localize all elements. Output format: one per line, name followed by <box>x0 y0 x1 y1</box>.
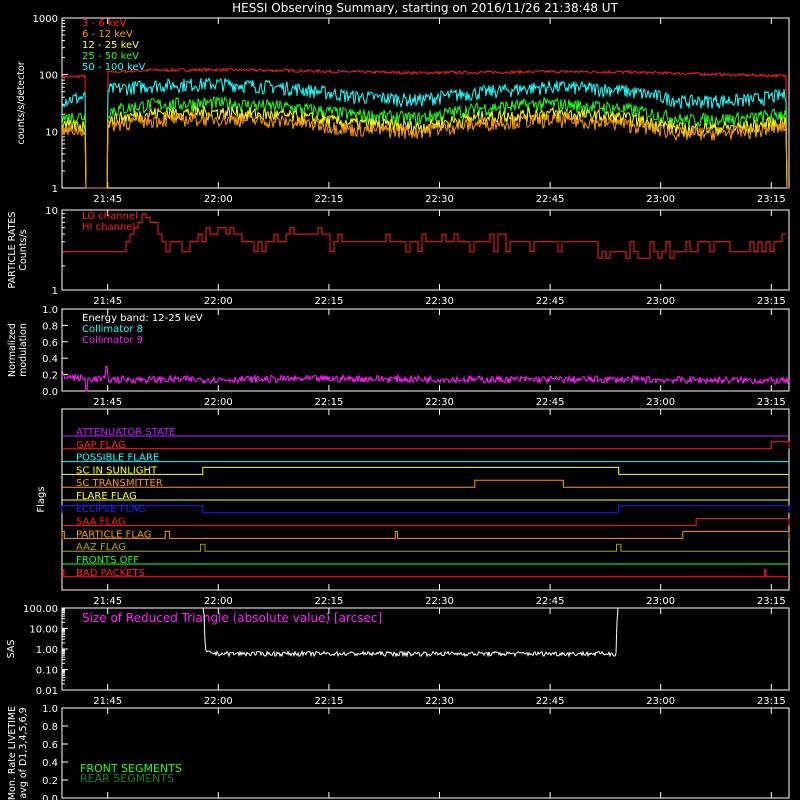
counts-legend-entry: 6 - 12 keV <box>82 29 133 40</box>
sas-xtick-label: 23:00 <box>646 696 675 707</box>
modulation-series-line <box>61 365 790 392</box>
flags-ylabel: Flags <box>36 486 47 512</box>
counts-xtick-label: 23:15 <box>757 194 786 205</box>
sas-xtick-label: 22:00 <box>204 696 233 707</box>
flag-row-trace <box>61 505 790 514</box>
flag-row-trace <box>62 441 790 450</box>
particle-xtick-label: 21:45 <box>93 296 122 307</box>
sas-ylabel: SAS <box>6 640 17 659</box>
counts-ytick-label: 10 <box>45 127 58 138</box>
counts-ylabel: counts/s/detector <box>16 61 27 144</box>
particle-xtick-label: 22:15 <box>314 296 343 307</box>
counts-legend-entry: 3 - 6 keV <box>82 18 126 29</box>
modulation-ylabel: modulation <box>18 323 29 377</box>
counts-ytick-label: 1000 <box>33 14 58 25</box>
modulation-xtick-label: 22:00 <box>204 397 233 408</box>
modulation-ytick-label: 0.6 <box>42 338 58 349</box>
sas-xtick-label: 22:15 <box>314 696 343 707</box>
counts-xtick-label: 22:30 <box>425 194 454 205</box>
sas-xtick-label: 22:45 <box>536 696 565 707</box>
modulation-ytick-label: 0.0 <box>42 387 58 398</box>
modulation-ytick-label: 0.2 <box>42 371 58 382</box>
modulation-xtick-label: 23:15 <box>757 397 786 408</box>
livetime-ytick-label: 0.0 <box>42 794 58 800</box>
livetime-ytick-label: 1.0 <box>42 704 58 715</box>
livetime-ytick-label: 0.6 <box>42 740 58 751</box>
modulation-xtick-label: 22:45 <box>536 397 565 408</box>
counts-xtick-label: 23:00 <box>646 194 675 205</box>
livetime-legend-entry: REAR SEGMENTS <box>80 772 174 785</box>
modulation-ytick-label: 0.8 <box>42 321 58 332</box>
particle-xtick-label: 23:00 <box>646 296 675 307</box>
counts-xtick-label: 22:00 <box>204 194 233 205</box>
counts-ytick-label: 1 <box>52 184 58 195</box>
flags-xtick-label: 23:00 <box>646 596 675 607</box>
sas-xtick-label: 23:15 <box>757 696 786 707</box>
modulation-xtick-label: 23:00 <box>646 397 675 408</box>
figure-title: HESSI Observing Summary, starting on 201… <box>232 1 618 15</box>
particle-xtick-label: 22:45 <box>536 296 565 307</box>
modulation-legend-entry: Collimator 8 <box>82 324 143 335</box>
modulation-ytick-label: 0.4 <box>42 354 58 365</box>
flag-row-trace <box>62 543 789 552</box>
counts-xtick-label: 22:15 <box>314 194 343 205</box>
particle-xtick-label: 22:00 <box>204 296 233 307</box>
counts-legend-entry: 12 - 25 keV <box>82 40 139 51</box>
flags-xtick-label: 21:45 <box>93 596 122 607</box>
particle-lo-line <box>62 213 786 259</box>
counts-ytick-label: 100 <box>39 71 58 82</box>
particle-frame <box>61 209 790 291</box>
sas-ytick-label: 1.00 <box>36 645 58 656</box>
counts-legend-entry: 25 - 50 keV <box>82 51 139 62</box>
particle-ylabel: PARTICLE RATES <box>7 212 18 289</box>
counts-xtick-label: 21:45 <box>93 194 122 205</box>
sas-ytick-label: 10.00 <box>29 625 58 636</box>
flags-xtick-label: 23:15 <box>757 596 786 607</box>
flags-xtick-label: 22:00 <box>204 596 233 607</box>
modulation-legend-entry: Collimator 9 <box>82 335 143 346</box>
particle-ytick-label: 1 <box>52 286 58 297</box>
sas-ytick-label: 100.00 <box>23 604 58 615</box>
modulation-xtick-label: 22:30 <box>425 397 454 408</box>
modulation-xtick-label: 21:45 <box>93 397 122 408</box>
sas-ytick-label: 0.01 <box>36 686 58 697</box>
counts-legend-entry: 50 - 100 keV <box>82 62 146 73</box>
modulation-ytick-label: 1.0 <box>42 305 58 316</box>
livetime-ylabel: avg of D1,3,4,5,6,9 <box>18 707 29 798</box>
livetime-ytick-label: 0.8 <box>42 722 58 733</box>
flags-xtick-label: 22:30 <box>425 596 454 607</box>
livetime-ytick-label: 0.2 <box>42 776 58 787</box>
sas-note: Size of Reduced Triangle (absolute value… <box>82 611 382 625</box>
modulation-xtick-label: 22:15 <box>314 397 343 408</box>
particle-legend-entry: LO channel <box>82 211 138 222</box>
particle-ylabel: Counts/s <box>18 229 29 270</box>
flag-row-trace <box>62 518 790 527</box>
flag-row-trace <box>61 530 790 539</box>
flags-xtick-label: 22:45 <box>536 596 565 607</box>
particle-legend-entry: HI channel <box>82 222 135 233</box>
livetime-ytick-label: 0.4 <box>42 758 58 769</box>
particle-xtick-label: 23:15 <box>757 296 786 307</box>
modulation-ylabel: Normalized <box>7 323 18 377</box>
flags-xtick-label: 22:15 <box>314 596 343 607</box>
counts-xtick-label: 22:45 <box>536 194 565 205</box>
flag-row-trace <box>62 479 789 488</box>
particle-xtick-label: 22:30 <box>425 296 454 307</box>
observing-summary-figure: HESSI Observing Summary, starting on 201… <box>6 1 790 800</box>
livetime-ylabel: Mon. Rate LIVETIME <box>7 706 18 800</box>
flag-row-trace <box>62 569 789 578</box>
sas-xtick-label: 22:30 <box>425 696 454 707</box>
flag-row-trace <box>62 466 789 475</box>
sas-xtick-label: 21:45 <box>93 696 122 707</box>
particle-ytick-label: 10 <box>45 206 58 217</box>
modulation-energy-band: Energy band: 12-25 keV <box>82 313 203 324</box>
sas-ytick-label: 0.10 <box>36 666 58 677</box>
